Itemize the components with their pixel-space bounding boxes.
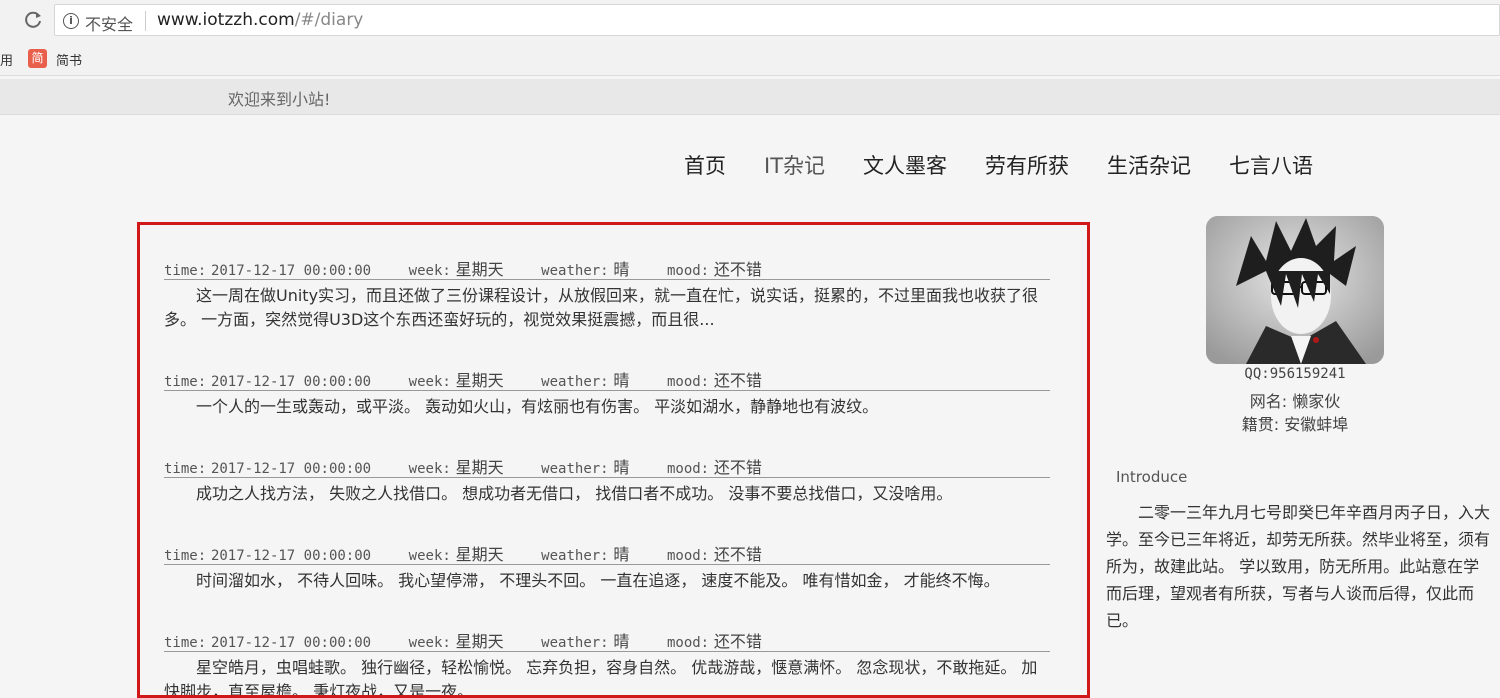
time-value: 2017-12-17 00:00:00 <box>210 548 372 564</box>
introduce-title: Introduce <box>1116 468 1188 486</box>
weather-label: weather: <box>541 461 609 477</box>
diary-entry[interactable]: time: 2017-12-17 00:00:00 week: 星期天 weat… <box>164 450 1050 506</box>
time-value: 2017-12-17 00:00:00 <box>210 461 372 477</box>
url-text[interactable]: www.iotzzh.com/#/diary <box>157 10 363 30</box>
week-value: 星期天 <box>455 458 504 477</box>
mood-value: 还不错 <box>713 260 762 279</box>
insecure-label: 不安全 <box>85 15 134 34</box>
profile-nickname: 网名: 懒家伙 <box>1249 392 1341 411</box>
week-label: week: <box>408 374 451 390</box>
info-icon[interactable]: i <box>63 13 79 29</box>
profile-origin: 籍贯: 安徽蚌埠 <box>1241 415 1349 434</box>
entry-meta: time: 2017-12-17 00:00:00 week: 星期天 weat… <box>164 252 1050 280</box>
week-label: week: <box>408 548 451 564</box>
url-separator <box>145 11 146 31</box>
mood-label: mood: <box>666 374 710 390</box>
time-label: time: <box>164 263 207 279</box>
entry-meta: time: 2017-12-17 00:00:00 week: 星期天 weat… <box>164 363 1050 391</box>
mood-label: mood: <box>666 635 710 651</box>
avatar <box>1206 216 1384 364</box>
mood-value: 还不错 <box>713 458 762 477</box>
time-value: 2017-12-17 00:00:00 <box>210 374 372 390</box>
jianshu-icon[interactable]: 简 <box>28 49 47 68</box>
diary-entry[interactable]: time: 2017-12-17 00:00:00 week: 星期天 weat… <box>164 363 1050 419</box>
bookmark-apps[interactable]: 用 <box>0 50 13 69</box>
mood-value: 还不错 <box>713 371 762 390</box>
mood-value: 还不错 <box>713 545 762 564</box>
weather-value: 晴 <box>613 632 630 651</box>
week-value: 星期天 <box>455 371 504 390</box>
nav-life-notes[interactable]: 生活杂记 <box>1107 150 1191 182</box>
url-path: /#/diary <box>294 10 364 30</box>
mood-label: mood: <box>666 461 710 477</box>
bookmarks-bar: 用 简 简书 <box>0 42 1500 76</box>
forward-arrow-icon[interactable]: › <box>0 9 1 30</box>
week-label: week: <box>408 461 451 477</box>
weather-label: weather: <box>541 548 609 564</box>
mood-label: mood: <box>666 548 710 564</box>
entry-body[interactable]: 成功之人找方法， 失败之人找借口。 想成功者无借口， 找借口者不成功。 没事不要… <box>164 478 1050 506</box>
weather-value: 晴 <box>613 458 630 477</box>
nav-sayings[interactable]: 七言八语 <box>1229 150 1313 182</box>
time-label: time: <box>164 548 207 564</box>
mood-value: 还不错 <box>713 632 762 651</box>
weather-label: weather: <box>541 263 609 279</box>
welcome-bar: 欢迎来到小站! <box>0 79 1500 115</box>
entry-body[interactable]: 一个人的一生或轰动，或平淡。 轰动如火山，有炫丽也有伤害。 平淡如湖水，静静地也… <box>164 391 1050 419</box>
diary-entry[interactable]: time: 2017-12-17 00:00:00 week: 星期天 weat… <box>164 537 1050 593</box>
main-nav: 首页 IT杂记 文人墨客 劳有所获 生活杂记 七言八语 <box>684 150 1351 182</box>
nav-it-notes[interactable]: IT杂记 <box>764 150 825 182</box>
week-value: 星期天 <box>455 545 504 564</box>
time-label: time: <box>164 635 207 651</box>
nav-home[interactable]: 首页 <box>684 150 726 182</box>
entry-meta: time: 2017-12-17 00:00:00 week: 星期天 weat… <box>164 450 1050 478</box>
entry-meta: time: 2017-12-17 00:00:00 week: 星期天 weat… <box>164 624 1050 652</box>
introduce-body: 二零一三年九月七号即癸巳年辛酉月丙子日，入大学。至今已三年将近，却劳无所获。然毕… <box>1106 503 1491 630</box>
entry-body[interactable]: 星空皓月，虫唱蛙歌。 独行幽径，轻松愉悦。 忘弃负担，容身自然。 优哉游哉，惬意… <box>164 652 1050 695</box>
diary-entry[interactable]: time: 2017-12-17 00:00:00 week: 星期天 weat… <box>164 252 1050 332</box>
nav-literati[interactable]: 文人墨客 <box>863 150 947 182</box>
week-label: week: <box>408 635 451 651</box>
weather-label: weather: <box>541 635 609 651</box>
bookmark-jianshu[interactable]: 简书 <box>56 50 82 69</box>
profile-qq: QQ:956159241 <box>1244 366 1346 382</box>
time-label: time: <box>164 461 207 477</box>
welcome-text: 欢迎来到小站! <box>228 90 331 109</box>
url-host: www.iotzzh.com <box>157 10 295 30</box>
week-value: 星期天 <box>455 260 504 279</box>
weather-value: 晴 <box>613 371 630 390</box>
time-value: 2017-12-17 00:00:00 <box>210 263 372 279</box>
time-label: time: <box>164 374 207 390</box>
entry-meta: time: 2017-12-17 00:00:00 week: 星期天 weat… <box>164 537 1050 565</box>
time-value: 2017-12-17 00:00:00 <box>210 635 372 651</box>
diary-entry[interactable]: time: 2017-12-17 00:00:00 week: 星期天 weat… <box>164 624 1050 695</box>
diary-list: time: 2017-12-17 00:00:00 week: 星期天 weat… <box>137 222 1090 698</box>
week-value: 星期天 <box>455 632 504 651</box>
avatar-image <box>1206 216 1384 364</box>
entry-body[interactable]: 这一周在做Unity实习，而且还做了三份课程设计，从放假回来，就一直在忙，说实话… <box>164 280 1050 332</box>
mood-label: mood: <box>666 263 710 279</box>
reload-icon[interactable] <box>22 9 44 31</box>
week-label: week: <box>408 263 451 279</box>
weather-value: 晴 <box>613 260 630 279</box>
url-input[interactable]: i 不安全 www.iotzzh.com/#/diary <box>54 4 1500 36</box>
entry-body[interactable]: 时间溜如水， 不待人回味。 我心望停滞， 不理头不回。 一直在追逐， 速度不能及… <box>164 565 1050 593</box>
weather-label: weather: <box>541 374 609 390</box>
browser-address-bar: › i 不安全 www.iotzzh.com/#/diary <box>0 0 1500 42</box>
nav-gains[interactable]: 劳有所获 <box>985 150 1069 182</box>
weather-value: 晴 <box>613 545 630 564</box>
